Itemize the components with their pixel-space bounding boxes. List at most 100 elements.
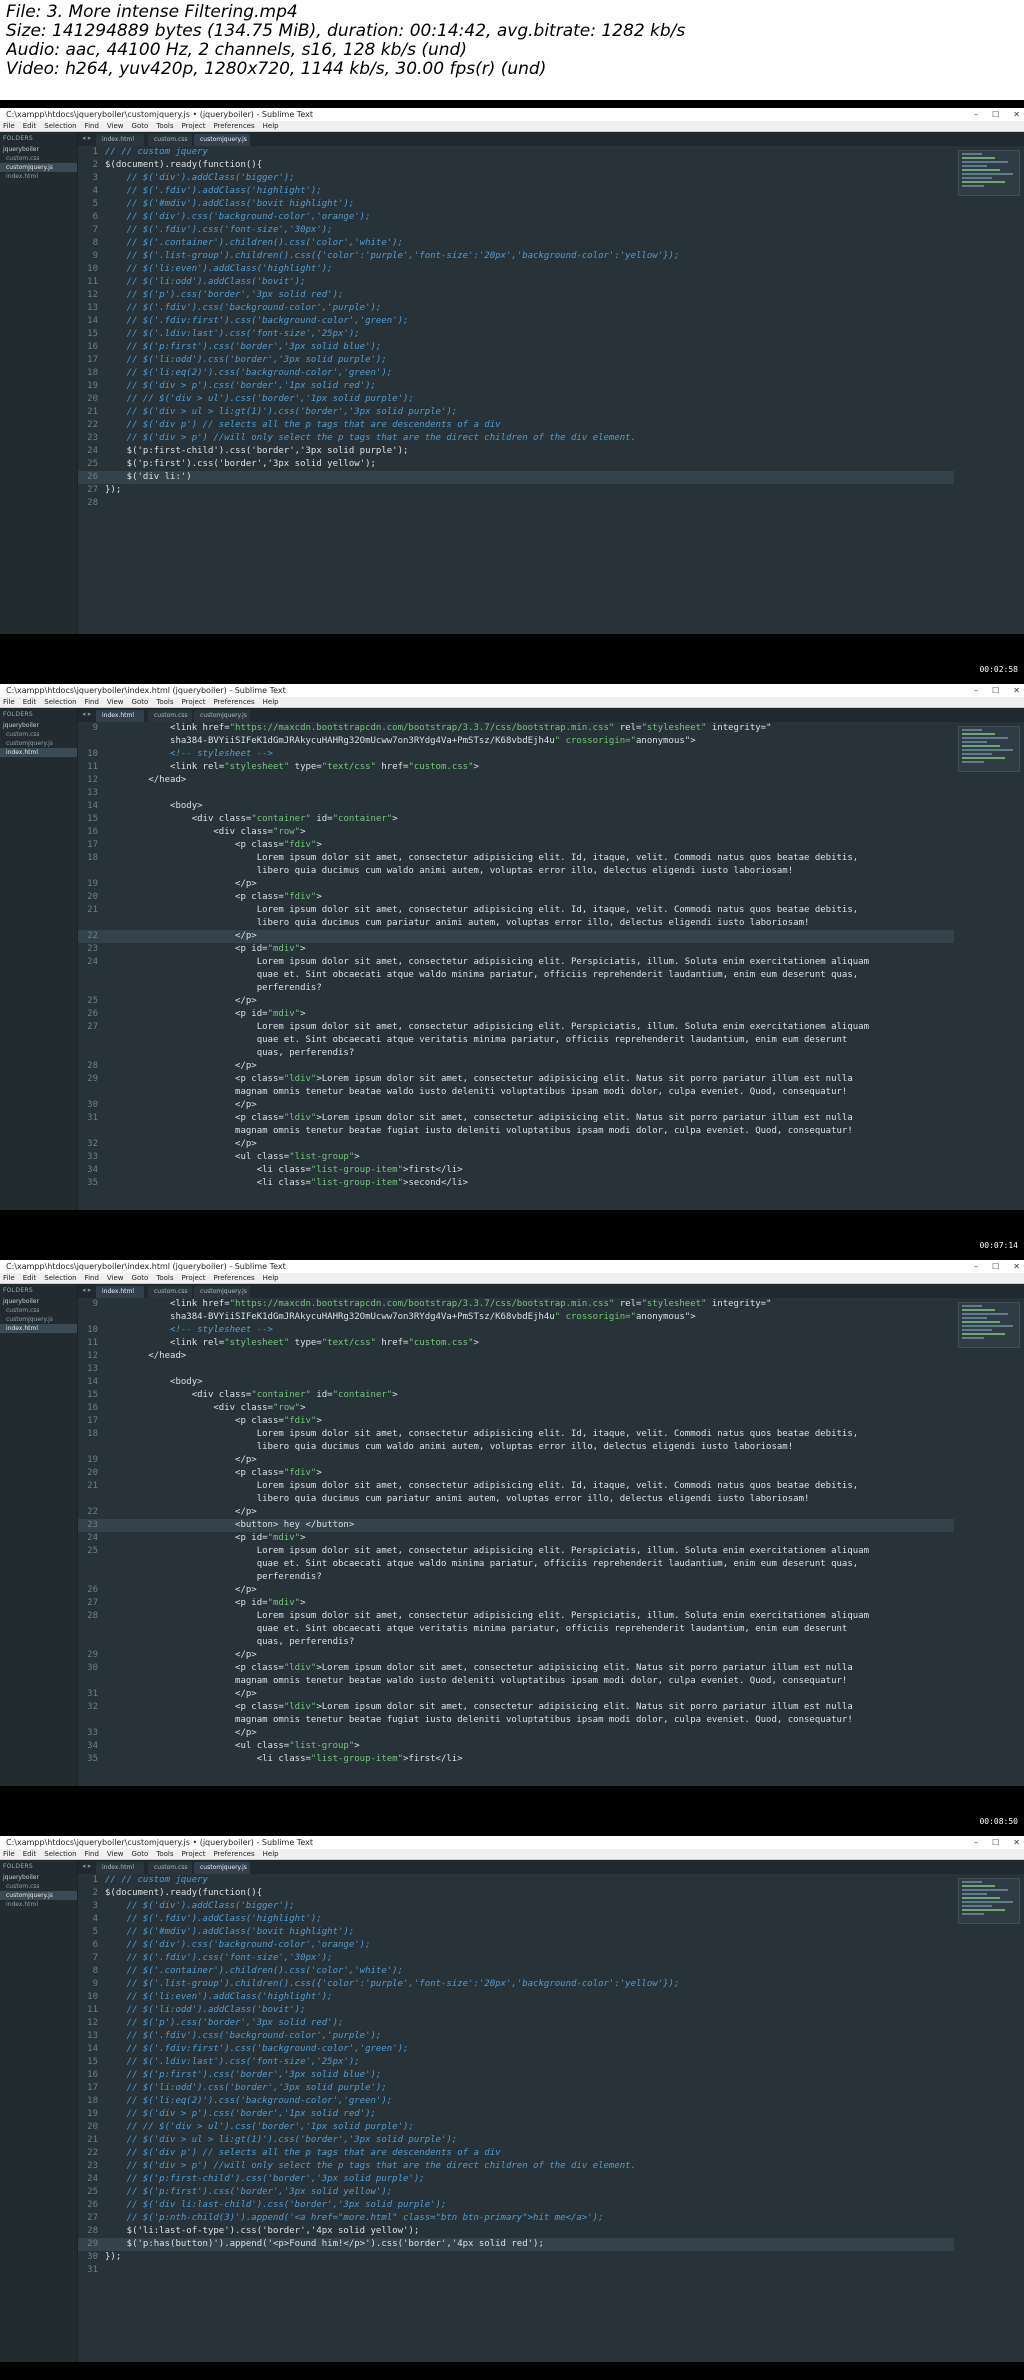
code-line[interactable]: 23 // $('div > p') //will only select th… <box>78 2160 954 2173</box>
menu-item-find[interactable]: Find <box>85 1850 99 1858</box>
code-line[interactable]: 5 // $('#mdiv').addClass('bovit highligh… <box>78 1926 954 1939</box>
menu-item-preferences[interactable]: Preferences <box>213 698 254 706</box>
code-line[interactable]: 17 <p class="fdiv"> <box>78 839 954 852</box>
code-line[interactable]: 18 // $('li:eq(2)').css('background-colo… <box>78 2095 954 2108</box>
code-line[interactable]: 17 // $('li:odd').css('border','3px soli… <box>78 2082 954 2095</box>
code-line[interactable]: 24 Lorem ipsum dolor sit amet, consectet… <box>78 956 954 969</box>
code-line[interactable]: magnam omnis tenetur beatae fugiat iusto… <box>78 1125 954 1138</box>
code-line[interactable]: 26 </p> <box>78 1584 954 1597</box>
code-line[interactable]: 1 // // custom jquery <box>78 1874 954 1887</box>
code-line[interactable]: 28 </p> <box>78 1060 954 1073</box>
code-line[interactable]: libero quia ducimus cum pariatur animi a… <box>78 1493 954 1506</box>
close-icon[interactable]: ✕ <box>1013 1838 1020 1847</box>
code-line[interactable]: 9 // $('.list-group').children().css({'c… <box>78 250 954 263</box>
code-line[interactable]: 18 // $('li:eq(2)').css('background-colo… <box>78 367 954 380</box>
code-line[interactable]: 33 <ul class="list-group"> <box>78 1151 954 1164</box>
code-line[interactable]: 15 // $('.ldiv:last').css('font-size','2… <box>78 2056 954 2069</box>
code-line[interactable]: 19 </p> <box>78 1454 954 1467</box>
code-line[interactable]: 25 Lorem ipsum dolor sit amet, consectet… <box>78 1545 954 1558</box>
menu-item-edit[interactable]: Edit <box>23 698 37 706</box>
minimize-icon[interactable]: – <box>974 110 978 119</box>
code-line[interactable]: 30 <p class="ldiv">Lorem ipsum dolor sit… <box>78 1662 954 1675</box>
code-area[interactable]: 1 // // custom jquery 2 $(document).ready(f… <box>78 146 954 634</box>
code-line[interactable]: 29 </p> <box>78 1649 954 1662</box>
code-line[interactable]: 21 // $('div > ul > li:gt(1)').css('bord… <box>78 2134 954 2147</box>
code-line[interactable]: magnam omnis tenetur beatae waldo iusto … <box>78 1675 954 1688</box>
menu-item-view[interactable]: View <box>107 698 124 706</box>
code-line[interactable]: 15 // $('.ldiv:last').css('font-size','2… <box>78 328 954 341</box>
tab-file[interactable]: index.html <box>96 1862 144 1874</box>
menu-item-project[interactable]: Project <box>182 1274 206 1282</box>
code-line[interactable]: libero quia ducimus cum waldo animi aute… <box>78 865 954 878</box>
code-line[interactable]: 16 <div class="row"> <box>78 1402 954 1415</box>
menu-item-edit[interactable]: Edit <box>23 122 37 130</box>
code-line[interactable]: 1 // // custom jquery <box>78 146 954 159</box>
code-line[interactable]: 25 $('p:first').css('border','3px solid … <box>78 458 954 471</box>
code-line[interactable]: 18 Lorem ipsum dolor sit amet, consectet… <box>78 1428 954 1441</box>
code-line[interactable]: 21 // $('div > ul > li:gt(1)').css('bord… <box>78 406 954 419</box>
code-line[interactable]: magnam omnis tenetur beatae waldo iusto … <box>78 1086 954 1099</box>
code-line[interactable]: 8 // $('.container').children().css('col… <box>78 237 954 250</box>
menu-item-help[interactable]: Help <box>263 698 279 706</box>
code-line[interactable]: 12 </head> <box>78 774 954 787</box>
code-line[interactable]: 22 </p> <box>78 930 954 943</box>
code-line[interactable]: 21 Lorem ipsum dolor sit amet, consectet… <box>78 904 954 917</box>
tab-file[interactable]: custom.css <box>148 1862 192 1874</box>
code-line[interactable]: 27 Lorem ipsum dolor sit amet, consectet… <box>78 1021 954 1034</box>
code-line[interactable]: 19 // $('div > p').css('border','1px sol… <box>78 380 954 393</box>
code-line[interactable]: 4 // $('.fdiv').addClass('highlight'); <box>78 185 954 198</box>
sidebar-item-file[interactable]: customjquery.js <box>0 1315 77 1324</box>
minimize-icon[interactable]: – <box>974 1838 978 1847</box>
menu-item-selection[interactable]: Selection <box>44 1850 76 1858</box>
code-line[interactable]: 26 // $('div li:last-child').css('border… <box>78 2199 954 2212</box>
tab-nav-arrows-icon[interactable]: ◂ ▸ <box>82 1862 91 1870</box>
code-line[interactable]: 14 <body> <box>78 800 954 813</box>
code-line[interactable]: sha384-BVYiiSIFeK1dGmJRAkycuHAHRg32OmUcw… <box>78 1311 954 1324</box>
sidebar-item-file[interactable]: custom.css <box>0 1306 77 1315</box>
code-line[interactable]: quas, perferendis? <box>78 1047 954 1060</box>
code-line[interactable]: 35 <li class="list-group-item">second</l… <box>78 1177 954 1190</box>
menu-item-goto[interactable]: Goto <box>132 1274 149 1282</box>
code-line[interactable]: 12 </head> <box>78 1350 954 1363</box>
code-line[interactable]: 27 // $('p:nth-child(3)').append('<a hre… <box>78 2212 954 2225</box>
code-line[interactable]: 14 // $('.fdiv:first').css('background-c… <box>78 2043 954 2056</box>
menu-item-file[interactable]: File <box>3 1850 15 1858</box>
sidebar-item-file[interactable]: jqueryboiler <box>0 1873 77 1882</box>
minimap[interactable] <box>958 726 1020 772</box>
tab-file[interactable]: customjquery.js <box>194 710 250 722</box>
code-line[interactable]: libero quia ducimus cum waldo animi aute… <box>78 1441 954 1454</box>
code-line[interactable]: 29 $('p:has(button)').append('<p>Found h… <box>78 2238 954 2251</box>
code-line[interactable]: 11 // $('li:odd').addClass('bovit'); <box>78 2004 954 2017</box>
code-line[interactable]: 24 $('p:first-child').css('border','3px … <box>78 445 954 458</box>
code-line[interactable]: 28 $('li:last-of-type').css('border','4p… <box>78 2225 954 2238</box>
code-line[interactable]: quae et. Sint obcaecati atque veritatis … <box>78 1623 954 1636</box>
code-line[interactable]: quas, perferendis? <box>78 1636 954 1649</box>
tab-nav-arrows-icon[interactable]: ◂ ▸ <box>82 134 91 142</box>
menu-item-view[interactable]: View <box>107 122 124 130</box>
menu-item-preferences[interactable]: Preferences <box>213 122 254 130</box>
menu-item-tools[interactable]: Tools <box>156 122 173 130</box>
menu-item-view[interactable]: View <box>107 1274 124 1282</box>
sidebar-item-file[interactable]: custom.css <box>0 154 77 163</box>
code-line[interactable]: 33 </p> <box>78 1727 954 1740</box>
code-line[interactable]: 9 <link href="https://maxcdn.bootstrapcd… <box>78 722 954 735</box>
minimize-icon[interactable]: – <box>974 1262 978 1271</box>
code-line[interactable]: 9 // $('.list-group').children().css({'c… <box>78 1978 954 1991</box>
tab-file[interactable]: custom.css <box>148 710 192 722</box>
minimize-icon[interactable]: – <box>974 686 978 695</box>
code-line[interactable]: 32 <p class="ldiv">Lorem ipsum dolor sit… <box>78 1701 954 1714</box>
menu-item-preferences[interactable]: Preferences <box>213 1274 254 1282</box>
code-line[interactable]: 11 // $('li:odd').addClass('bovit'); <box>78 276 954 289</box>
menu-item-selection[interactable]: Selection <box>44 1274 76 1282</box>
code-line[interactable]: 20 <p class="fdiv"> <box>78 891 954 904</box>
code-line[interactable]: 9 <link href="https://maxcdn.bootstrapcd… <box>78 1298 954 1311</box>
code-line[interactable]: 22 </p> <box>78 1506 954 1519</box>
menu-item-file[interactable]: File <box>3 698 15 706</box>
code-line[interactable]: 23 <p id="mdiv"> <box>78 943 954 956</box>
tab-nav-arrows-icon[interactable]: ◂ ▸ <box>82 710 91 718</box>
code-line[interactable]: 12 // $('p').css('border','3px solid red… <box>78 2017 954 2030</box>
code-line[interactable]: 15 <div class="container" id="container"… <box>78 1389 954 1402</box>
menu-item-find[interactable]: Find <box>85 698 99 706</box>
code-line[interactable]: 29 <p class="ldiv">Lorem ipsum dolor sit… <box>78 1073 954 1086</box>
sidebar-item-file[interactable]: customjquery.js <box>0 1891 77 1900</box>
